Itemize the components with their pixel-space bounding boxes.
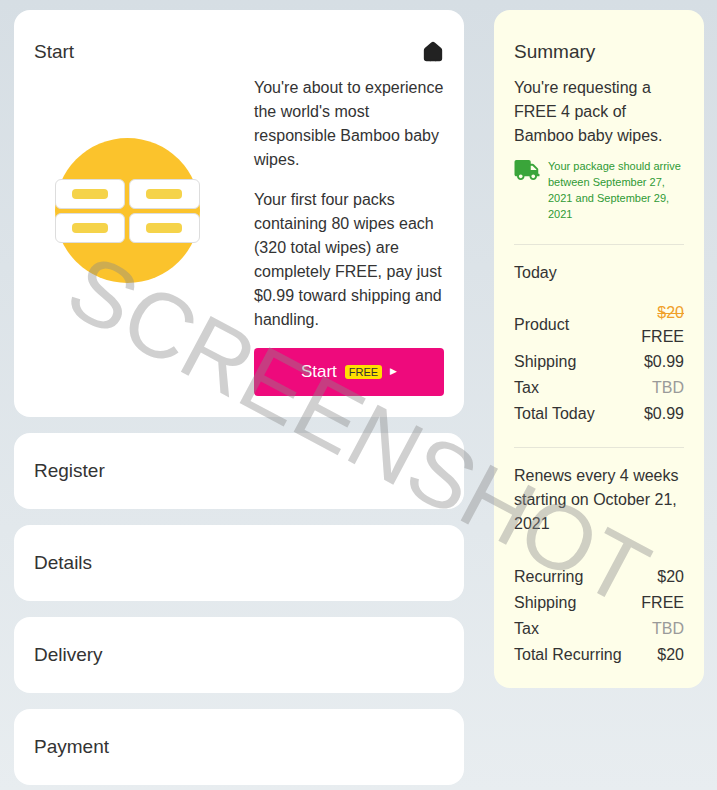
watermark-layer: SCREENSHOT (0, 0, 717, 790)
intro-paragraph: Your first four packs containing 80 wipe… (254, 188, 444, 332)
price-value: $20 (657, 643, 684, 667)
renews-heading: Renews every 4 weeks starting on October… (514, 464, 684, 536)
step-title: Register (34, 457, 105, 486)
wipes-pack (129, 213, 200, 243)
price-row: Total Recurring $20 (514, 642, 684, 668)
step-card[interactable]: Payment (14, 709, 464, 785)
home-icon[interactable] (422, 41, 444, 63)
intro-paragraph: You're about to experience the world's m… (254, 76, 444, 172)
step-title: Delivery (34, 641, 103, 670)
steps-column: Start You're about to experience the worl… (14, 10, 464, 785)
price-value: TBD (652, 617, 684, 641)
summary-card: Summary You're requesting a FREE 4 pack o… (494, 10, 704, 688)
price-row: Recurring $20 (514, 564, 684, 590)
price-label: Total Recurring (514, 643, 622, 667)
price-label: Product (514, 313, 569, 337)
step-card[interactable]: Delivery (14, 617, 464, 693)
price-row: Shipping $0.99 (514, 349, 684, 375)
divider (514, 447, 684, 448)
wipes-pack (129, 179, 200, 209)
arrow-icon: ▶ (390, 365, 397, 379)
page: Start You're about to experience the worl… (0, 0, 717, 790)
price-label: Shipping (514, 591, 576, 615)
summary-intro: You're requesting a FREE 4 pack of Bambo… (514, 76, 684, 148)
start-card: Start You're about to experience the worl… (14, 10, 464, 417)
original-price: $20 (657, 301, 684, 325)
price-row: Total Today $0.99 (514, 401, 684, 427)
step-title: Details (34, 549, 92, 578)
start-button[interactable]: Start FREE ▶ (254, 348, 444, 396)
step-card[interactable]: Register (14, 433, 464, 509)
watermark: SCREENSHOT (55, 239, 662, 620)
price-label: Recurring (514, 565, 583, 589)
product-image (55, 138, 200, 283)
divider (514, 244, 684, 245)
price-label: Tax (514, 617, 539, 641)
price-value: $0.99 (644, 350, 684, 374)
delivery-estimate: Your package should arrive between Septe… (514, 158, 684, 222)
price-value: FREE (641, 591, 684, 615)
start-button-label: Start (301, 359, 337, 385)
step-card[interactable]: Details (14, 525, 464, 601)
price-label: Shipping (514, 350, 576, 374)
summary-title: Summary (514, 40, 684, 64)
price-label: Total Today (514, 402, 595, 426)
price-value: $0.99 (644, 402, 684, 426)
price-row: Tax TBD (514, 375, 684, 401)
price-value: FREE (641, 325, 684, 349)
step-title: Start (34, 38, 74, 67)
price-value: TBD (652, 376, 684, 400)
price-row: Shipping FREE (514, 590, 684, 616)
delivery-text: Your package should arrive between Septe… (548, 158, 684, 222)
price-label: Tax (514, 376, 539, 400)
today-heading: Today (514, 261, 684, 285)
price-row: Tax TBD (514, 616, 684, 642)
truck-icon (514, 160, 540, 180)
wipes-pack (55, 213, 126, 243)
price-value: $20 (657, 565, 684, 589)
free-badge: FREE (345, 365, 382, 379)
price-row: Product $20FREE (514, 301, 684, 349)
wipes-pack (55, 179, 126, 209)
step-title: Payment (34, 733, 109, 762)
